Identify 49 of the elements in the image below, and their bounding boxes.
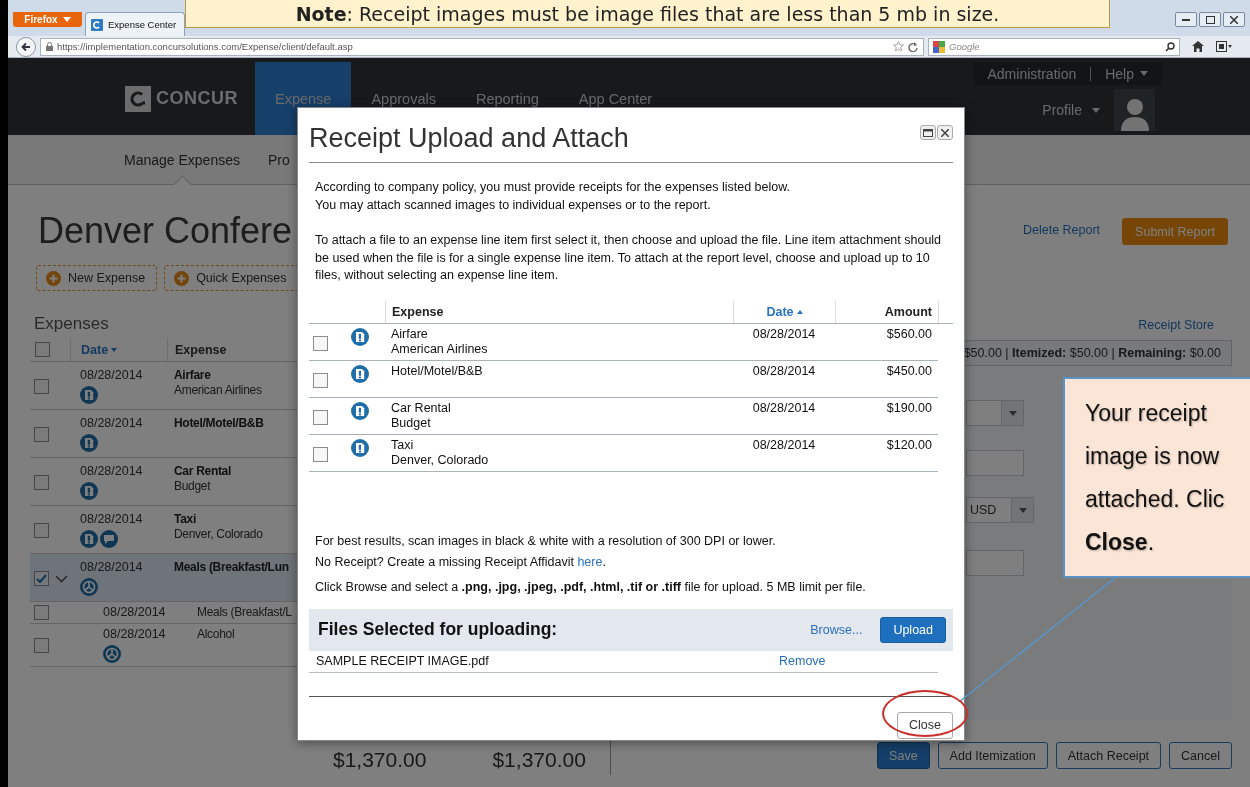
- expense-type: Taxi: [391, 437, 414, 453]
- section-heading: Expenses: [33, 313, 109, 335]
- instruction-text: You may attach scanned images to individual expenses or to the report.: [315, 196, 712, 214]
- expense-date: 08/28/2014: [80, 560, 143, 575]
- expense-amount: $120.00: [886, 437, 932, 453]
- file-name: SAMPLE RECEIPT IMAGE.pdf: [316, 653, 490, 669]
- expense-type: Car Rental: [174, 464, 232, 479]
- expense-amount: $560.00: [886, 326, 932, 342]
- expense-amount: $190.00: [886, 400, 932, 416]
- total-amount: $1,370.00: [492, 748, 586, 773]
- expense-type: Hotel/Motel/B&B: [174, 416, 264, 431]
- itemization-type: Alcohol: [197, 627, 235, 642]
- expense-date: 08/28/2014: [80, 416, 143, 431]
- note-text: Note: Receipt images must be image files that are less than 5 mb in size.: [295, 2, 1000, 25]
- expense-date: 08/28/2014: [752, 437, 816, 453]
- expense-type: Car Rental: [391, 400, 451, 416]
- expense-vendor: Denver, Colorado: [174, 527, 263, 542]
- hint-text: No Receipt? Create a missing Receipt Affidavit here.: [315, 554, 607, 570]
- total-amount: $1,370.00: [333, 748, 427, 773]
- column-header: Expense: [385, 300, 733, 323]
- expense-date: 08/28/2014: [752, 363, 816, 379]
- instruction-text: According to company policy, you must provide receipts for the expenses listed below.: [315, 179, 791, 196]
- expense-date: 08/28/2014: [80, 464, 143, 479]
- instruction-text: To attach a file to an expense line item first select it, then choose and upload the file. Line item attachment should be used when the file is for a single expense line item. To attach at the report level, choose and upload up to 10 files, without selecting an expense line item.: [315, 232, 943, 284]
- expense-date: 08/28/2014: [80, 368, 143, 383]
- column-header: Amount: [835, 300, 938, 323]
- expense-vendor: American Airlines: [391, 341, 488, 357]
- hint-text: Click Browse and select a .png, .jpg, .jpeg, .pdf, .html, .tif or .tiff file for upload. 5 MB limit per file.: [315, 579, 867, 595]
- callout-text: Your receipt image is now attached. Clic Close.: [1085, 399, 1226, 557]
- expense-type: Taxi: [174, 512, 196, 527]
- expense-type: Hotel/Motel/B&B: [391, 363, 483, 379]
- expense-vendor: Budget: [174, 479, 211, 494]
- expense-vendor: Budget: [391, 415, 431, 431]
- expense-type: Airfare: [174, 368, 211, 383]
- itemization-summary: $50.00 | Itemized: $50.00 | Remaining: $0.00: [963, 346, 1221, 360]
- expense-vendor: American Airlines: [174, 383, 262, 398]
- expense-type: Meals (Breakfast/Lun: [174, 560, 289, 575]
- expense-amount: $450.00: [886, 363, 932, 379]
- itemization-type: Meals (Breakfast/L: [197, 605, 292, 620]
- logo-wordmark: CONCUR: [156, 88, 238, 109]
- itemization-date: 08/28/2014: [103, 605, 166, 620]
- expense-vendor: Denver, Colorado: [391, 452, 489, 468]
- expense-date: 08/28/2014: [80, 512, 143, 527]
- report-title: Denver Confere: [38, 209, 294, 253]
- itemization-date: 08/28/2014: [103, 627, 166, 642]
- files-heading: Files Selected for uploading:: [318, 619, 559, 640]
- expense-date: 08/28/2014: [752, 400, 816, 416]
- expense-date: 08/28/2014: [752, 326, 816, 342]
- hint-text: For best results, scan images in black & white with a resolution of 300 DPI or lower.: [315, 533, 777, 549]
